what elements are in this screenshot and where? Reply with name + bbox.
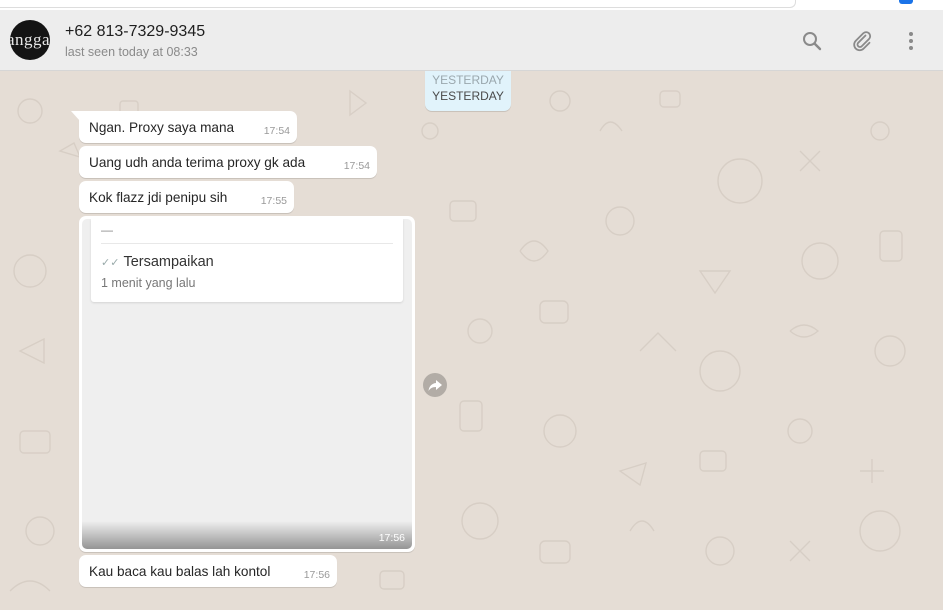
contact-name[interactable]: +62 813-7329-9345	[65, 23, 205, 41]
avatar-text: angga	[10, 30, 50, 49]
message-text: Ngan. Proxy saya mana	[89, 120, 235, 135]
menu-dots-icon[interactable]	[900, 30, 922, 52]
browser-address-edge	[0, 0, 796, 8]
double-check-icon: ✓✓	[101, 257, 120, 269]
message-list[interactable]: YESTERDAY YESTERDAY Ngan. Proxy saya man…	[0, 71, 943, 610]
delivery-status: ✓✓ Tersampaikan	[101, 254, 214, 270]
message-text: Kau baca kau balas lah kontol	[89, 564, 271, 579]
avatar[interactable]: angga	[10, 20, 50, 60]
message-time: 17:55	[260, 195, 287, 207]
message-bubble[interactable]: Ngan. Proxy saya mana 17:54	[71, 111, 297, 143]
delivery-time-ago: 1 menit yang lalu	[101, 276, 196, 290]
image-bottom-gradient	[82, 521, 412, 549]
date-separator-label: YESTERDAY	[432, 89, 504, 103]
date-separator: YESTERDAY YESTERDAY	[425, 71, 511, 111]
message-time: 17:54	[263, 125, 290, 137]
browser-top-strip	[0, 0, 943, 10]
screenshot-notification-card: — ✓✓ Tersampaikan 1 menit yang lalu	[91, 219, 403, 302]
contact-last-seen: last seen today at 08:33	[65, 45, 198, 59]
message-time: 17:56	[303, 569, 330, 581]
forward-icon[interactable]	[423, 373, 447, 397]
bubble-tail	[71, 111, 80, 121]
message-bubble[interactable]: Kau baca kau balas lah kontol 17:56	[79, 555, 337, 587]
image-message[interactable]: — ✓✓ Tersampaikan 1 menit yang lalu 17:56	[79, 216, 415, 552]
date-separator-ghost: YESTERDAY	[432, 73, 504, 87]
message-time: 17:54	[343, 160, 370, 172]
image-attachment[interactable]: — ✓✓ Tersampaikan 1 menit yang lalu 17:56	[82, 219, 412, 549]
card-dash: —	[101, 223, 113, 237]
search-icon[interactable]	[801, 30, 823, 52]
message-bubble[interactable]: Kok flazz jdi penipu sih 17:55	[79, 181, 294, 213]
browser-extension-icon	[899, 0, 913, 4]
image-time: 17:56	[378, 532, 405, 544]
message-text: Uang udh anda terima proxy gk ada	[89, 155, 306, 170]
message-bubble[interactable]: Uang udh anda terima proxy gk ada 17:54	[79, 146, 377, 178]
card-divider	[101, 243, 393, 244]
message-text: Kok flazz jdi penipu sih	[89, 190, 228, 205]
delivery-status-text: Tersampaikan	[123, 254, 214, 270]
chat-header: angga +62 813-7329-9345 last seen today …	[0, 10, 943, 71]
paperclip-icon[interactable]	[851, 30, 873, 52]
